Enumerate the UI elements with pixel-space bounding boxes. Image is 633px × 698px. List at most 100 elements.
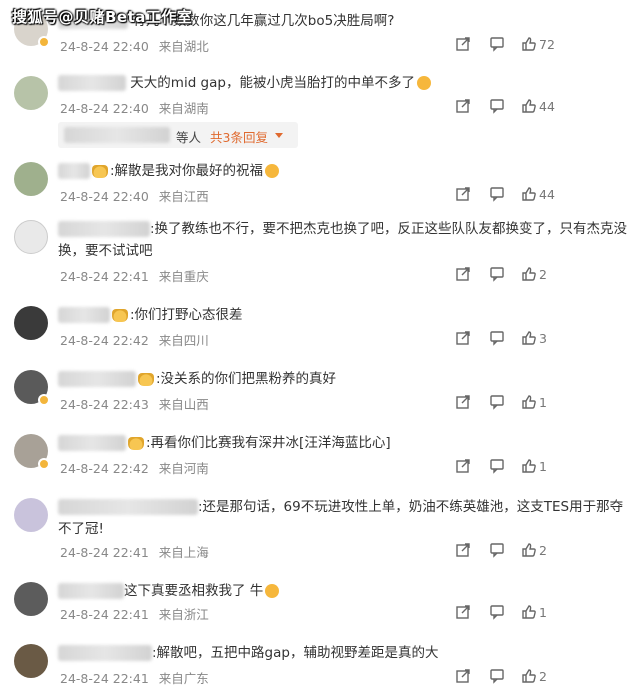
comment-actions: 44 [455,186,615,204]
comment-meta: 24-8-24 22:41 来自广东 [60,668,215,687]
comment-content: 这下真要丞相救我了 牛 [124,583,264,599]
share-icon[interactable] [455,36,471,52]
comment-meta: 24-8-24 22:41 来自上海 [60,542,215,561]
comment-item: :没关系的你们把黑粉养的真好 24-8-24 22:43 来自山西 1 [0,366,633,422]
comment-content: :你们打野心态很差 [130,307,243,323]
like-count: 44 [539,187,555,202]
comment-icon[interactable] [489,266,505,282]
blurred-username [58,221,150,237]
comment-icon[interactable] [489,186,505,202]
comment-content: 天大的mid gap，能被小虎当胎打的中单不多了 [130,75,415,91]
blurred-username [58,307,110,323]
comment-date: 24-8-24 22:41 [60,269,149,284]
thumbs-up-icon[interactable] [521,330,537,346]
comment-icon[interactable] [489,668,505,684]
comment-meta: 24-8-24 22:43 来自山西 [60,394,215,413]
comment-location: 来自湖南 [158,101,209,116]
share-icon[interactable] [455,668,471,684]
comment-content: :解散吧，五把中路gap，辅助视野差距是真的大 [152,645,439,661]
thumbs-up-icon[interactable] [521,394,537,410]
comment-icon[interactable] [489,330,505,346]
comment-date: 24-8-24 22:40 [60,101,149,116]
comment-icon[interactable] [489,394,505,410]
show-replies-link[interactable]: 共3条回复 [210,127,268,146]
comment-meta: 24-8-24 22:40 来自湖北 [60,36,215,55]
comment-item: :解散是我对你最好的祝福 24-8-24 22:40 来自江西 44 [0,158,633,210]
crown-badge-icon [92,164,108,178]
crown-badge-icon [128,436,144,450]
share-icon[interactable] [455,266,471,282]
blurred-username [58,583,124,599]
comment-icon[interactable] [489,458,505,474]
comment-item: :还是那句话，69不玩进攻性上单，奶油不练英雄池，这支TES用于那夺不了冠! 2… [0,494,633,572]
comment-location: 来自江西 [158,189,209,204]
crown-badge-icon [138,372,154,386]
comment-meta: 24-8-24 22:42 来自四川 [60,330,215,349]
comment-icon[interactable] [489,36,505,52]
comment-meta: 24-8-24 22:40 来自江西 [60,186,215,205]
comment-text: :换了教练也不行，要不把杰克也换了吧，反正这些队队友都换变了，只有杰克没换，要不… [58,218,628,262]
comment-icon[interactable] [489,604,505,620]
comment-meta: 24-8-24 22:40 来自湖南 [60,98,215,117]
crown-badge-icon [112,308,128,322]
thumbs-up-icon[interactable] [521,668,537,684]
share-icon[interactable] [455,330,471,346]
comment-date: 24-8-24 22:40 [60,189,149,204]
avatar[interactable] [14,644,48,678]
share-icon[interactable] [455,98,471,114]
comment-icon[interactable] [489,542,505,558]
comment-date: 24-8-24 22:41 [60,545,149,560]
comment-text: :你们打野心态很差 [58,304,628,326]
thumbs-up-icon[interactable] [521,458,537,474]
like-count: 2 [539,543,547,558]
watermark: 搜狐号@贝赌Beta工作室 [12,8,193,26]
like-count: 1 [539,605,547,620]
comment-text: :解散吧，五把中路gap，辅助视野差距是真的大 [58,642,628,664]
comment-item: 天大的mid gap，能被小虎当胎打的中单不多了 24-8-24 22:40 来… [0,68,633,158]
share-icon[interactable] [455,604,471,620]
share-icon[interactable] [455,458,471,474]
avatar[interactable] [14,162,48,196]
comment-actions: 44 [455,98,615,116]
comment-text: :解散是我对你最好的祝福 [58,160,628,182]
thumbs-up-icon[interactable] [521,36,537,52]
blurred-usernames [64,127,170,143]
avatar[interactable] [14,498,48,532]
share-icon[interactable] [455,542,471,558]
comment-date: 24-8-24 22:41 [60,671,149,686]
blurred-username [58,75,126,91]
avatar[interactable] [14,76,48,110]
like-count: 2 [539,267,547,282]
comment-actions: 2 [455,542,615,560]
replies-summary[interactable]: 等人 共3条回复 [58,122,298,148]
thumbs-up-icon[interactable] [521,542,537,558]
like-count: 44 [539,99,555,114]
thumbs-up-icon[interactable] [521,266,537,282]
comment-date: 24-8-24 22:41 [60,607,149,622]
like-count: 1 [539,395,547,410]
comment-meta: 24-8-24 22:41 来自重庆 [60,266,215,285]
like-count: 2 [539,669,547,684]
share-icon[interactable] [455,394,471,410]
blurred-username [58,435,126,451]
comment-icon[interactable] [489,98,505,114]
thumbs-up-icon[interactable] [521,186,537,202]
share-icon[interactable] [455,186,471,202]
comment-text: 这下真要丞相救我了 牛 [58,580,628,602]
comment-actions: 2 [455,266,615,284]
like-count: 1 [539,459,547,474]
comment-actions: 1 [455,604,615,622]
comment-actions: 72 [455,36,615,54]
comment-location: 来自上海 [158,545,209,560]
comment-date: 24-8-24 22:40 [60,39,149,54]
blurred-username [58,371,136,387]
comment-item: :解散吧，五把中路gap，辅助视野差距是真的大 24-8-24 22:41 来自… [0,640,633,698]
thumbs-up-icon[interactable] [521,604,537,620]
avatar[interactable] [14,220,48,254]
thumbs-up-icon[interactable] [521,98,537,114]
avatar[interactable] [14,582,48,616]
avatar[interactable] [14,306,48,340]
thumbs-up-emoji-icon [265,584,280,598]
replies-who: 等人 [176,130,202,145]
comment-content: :解散是我对你最好的祝福 [110,163,264,179]
